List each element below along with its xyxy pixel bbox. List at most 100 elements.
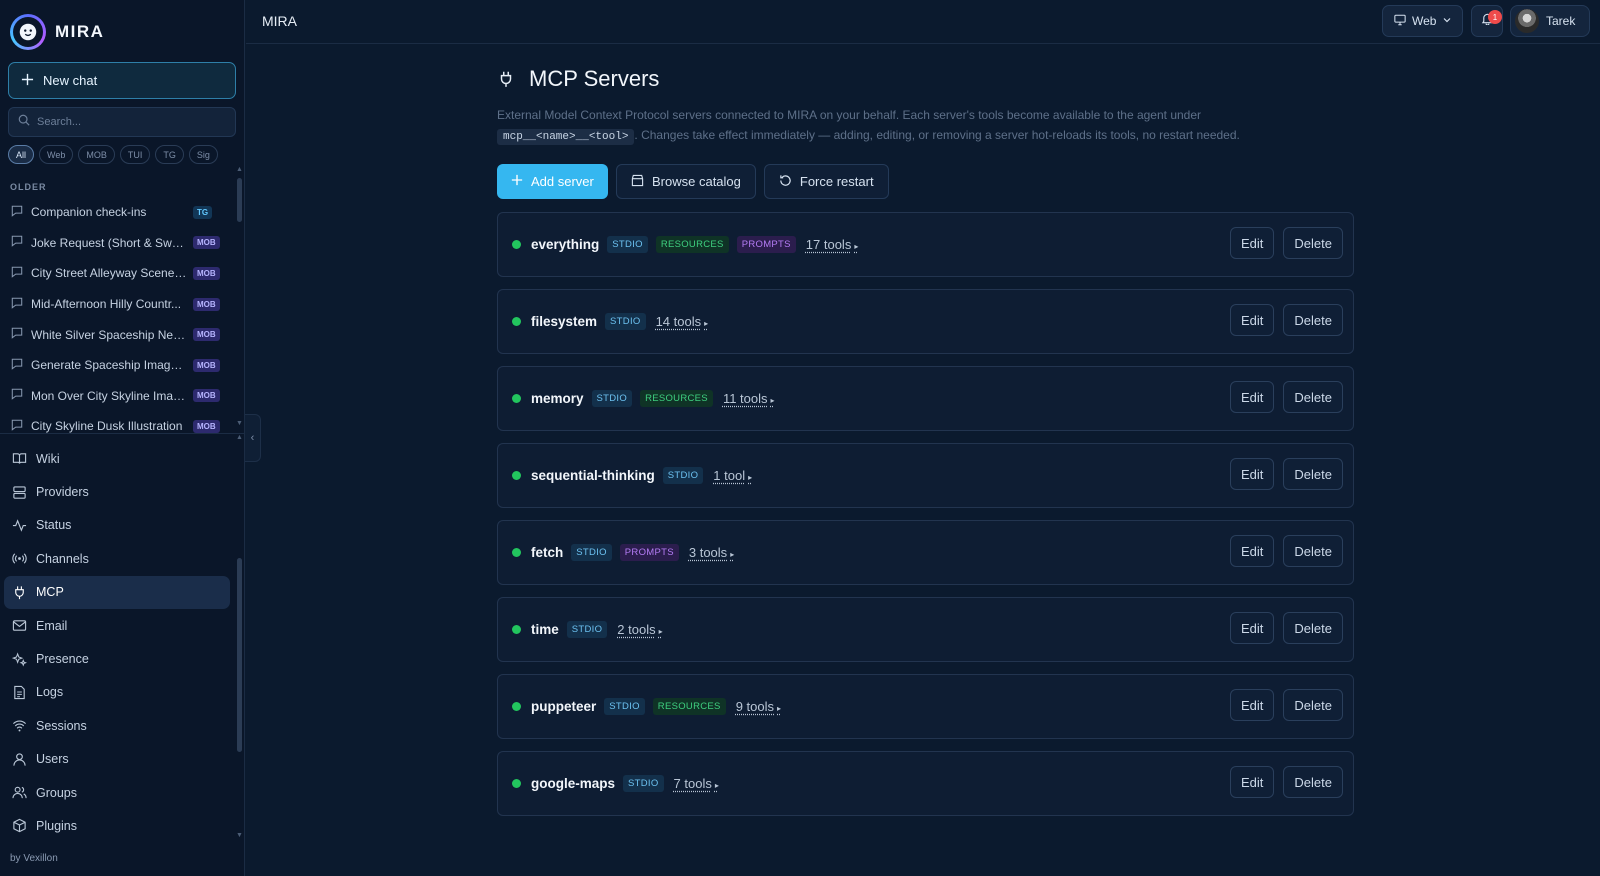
edit-button[interactable]: Edit (1230, 612, 1275, 644)
chat-title: City Street Alleyway Scene (... (31, 266, 189, 281)
store-icon (631, 174, 644, 190)
tools-toggle[interactable]: 11 tools ▸ (723, 391, 775, 406)
page-description: External Model Context Protocol servers … (497, 105, 1297, 147)
delete-button[interactable]: Delete (1283, 381, 1343, 413)
delete-button[interactable]: Delete (1283, 689, 1343, 721)
sidebar-item-presence[interactable]: Presence (4, 642, 230, 675)
scroll-up-arrow[interactable]: ▲ (236, 166, 243, 173)
new-chat-button[interactable]: New chat (8, 62, 236, 99)
scroll-down-arrow[interactable]: ▼ (236, 420, 243, 427)
tools-toggle[interactable]: 2 tools ▸ (617, 622, 662, 637)
chat-item[interactable]: Generate Spaceship Image i... MOB (0, 350, 232, 381)
chat-item[interactable]: Joke Request (Short & Sweet) MOB (0, 228, 232, 259)
sidebar-item-providers[interactable]: Providers (4, 475, 230, 508)
chat-channel-badge: MOB (193, 389, 220, 403)
transport-tag: STDIO (623, 775, 664, 792)
filter-tui[interactable]: TUI (119, 145, 151, 164)
filter-all[interactable]: All (8, 145, 35, 164)
filter-tg[interactable]: TG (155, 145, 184, 164)
delete-button[interactable]: Delete (1283, 766, 1343, 798)
server-name: fetch (531, 545, 564, 560)
caret-right-icon: ▸ (704, 319, 709, 328)
sidebar-item-status[interactable]: Status (4, 509, 230, 542)
channel-select[interactable]: Web (1382, 5, 1463, 37)
chat-title: Companion check-ins (31, 205, 147, 220)
tool-name-pattern: mcp__<name>__<tool> (497, 129, 635, 145)
edit-button[interactable]: Edit (1230, 304, 1275, 336)
collapse-sidebar-button[interactable]: ‹ (245, 414, 261, 462)
edit-button[interactable]: Edit (1230, 458, 1275, 490)
book-icon (12, 453, 27, 464)
search-input[interactable] (37, 116, 227, 128)
server-name: google-maps (531, 776, 616, 791)
chat-title: Mid-Afternoon Hilly Countr... (31, 297, 182, 312)
users-icon (12, 786, 27, 799)
chat-list-scrollbar[interactable] (237, 178, 242, 222)
status-dot (512, 240, 521, 249)
delete-button[interactable]: Delete (1283, 535, 1343, 567)
logo[interactable]: MIRA (10, 14, 104, 50)
page-actions: Add server Browse catalog Force restart (497, 164, 1354, 199)
message-icon (11, 419, 23, 434)
delete-button[interactable]: Delete (1283, 227, 1343, 259)
transport-tag: STDIO (571, 544, 612, 561)
filter-mob[interactable]: MOB (78, 145, 115, 164)
sidebar-item-groups[interactable]: Groups (4, 776, 230, 809)
transport-tag: STDIO (566, 621, 608, 638)
caret-right-icon: ▸ (777, 704, 782, 713)
chat-channel-badge: MOB (193, 328, 220, 342)
caret-right-icon: ▸ (658, 627, 663, 636)
tools-count: 17 tools (805, 237, 852, 252)
transport-tag: STDIO (607, 236, 648, 253)
sidebar-item-users[interactable]: Users (4, 743, 230, 776)
user-menu-button[interactable]: Tarek (1510, 5, 1590, 37)
scroll-down-arrow[interactable]: ▼ (236, 832, 243, 839)
chat-item[interactable]: Mid-Afternoon Hilly Countr... MOB (0, 289, 232, 320)
chat-item[interactable]: City Street Alleyway Scene (... MOB (0, 258, 232, 289)
chat-item[interactable]: White Silver Spaceship Near... MOB (0, 319, 232, 350)
edit-button[interactable]: Edit (1230, 766, 1275, 798)
force-restart-button[interactable]: Force restart (763, 164, 889, 199)
transport-tag: STDIO (662, 467, 704, 484)
description-text: . Changes take effect immediately — addi… (634, 128, 1240, 142)
sidebar-item-logs[interactable]: Logs (4, 676, 230, 709)
delete-button[interactable]: Delete (1283, 304, 1343, 336)
chat-item[interactable]: City Skyline Dusk Illustration MOB (0, 411, 232, 442)
sidebar-item-mcp[interactable]: MCP (4, 575, 230, 609)
notifications-button[interactable]: 1 (1471, 5, 1503, 37)
tools-toggle[interactable]: 14 tools ▸ (656, 314, 709, 329)
description-text: External Model Context Protocol servers … (497, 108, 1202, 122)
sidebar-item-plugins[interactable]: Plugins (4, 809, 230, 842)
delete-button[interactable]: Delete (1283, 612, 1343, 644)
edit-button[interactable]: Edit (1230, 535, 1275, 567)
browse-catalog-button[interactable]: Browse catalog (616, 164, 756, 199)
tools-toggle[interactable]: 17 tools ▸ (806, 237, 859, 252)
activity-icon (12, 519, 27, 532)
tools-toggle[interactable]: 7 tools ▸ (674, 776, 719, 791)
edit-button[interactable]: Edit (1230, 381, 1275, 413)
server-card-everything: everything STDIO RESOURCES PROMPTS 17 to… (497, 212, 1354, 277)
sidebar-item-email[interactable]: Email (4, 609, 230, 642)
sidebar-item-sessions[interactable]: Sessions (4, 709, 230, 742)
chat-item[interactable]: Companion check-ins TG (0, 197, 232, 228)
tools-toggle[interactable]: 1 tool ▸ (713, 468, 752, 483)
caret-right-icon: ▸ (714, 781, 719, 790)
tools-toggle[interactable]: 9 tools ▸ (736, 699, 781, 714)
sidebar-item-label: Presence (36, 652, 89, 667)
edit-button[interactable]: Edit (1230, 689, 1275, 721)
filter-web[interactable]: Web (39, 145, 74, 164)
filter-sig[interactable]: Sig (188, 145, 218, 164)
nav-scrollbar[interactable] (237, 558, 242, 752)
page-title: MCP Servers (529, 66, 660, 91)
chat-item[interactable]: Mon Over City Skyline Imag... MOB (0, 381, 232, 412)
delete-button[interactable]: Delete (1283, 458, 1343, 490)
sidebar-item-channels[interactable]: Channels (4, 542, 230, 575)
scroll-up-arrow[interactable]: ▲ (236, 434, 243, 441)
package-icon (13, 819, 26, 833)
tools-toggle[interactable]: 3 tools ▸ (689, 545, 734, 560)
sidebar-item-label: MCP (36, 585, 64, 600)
edit-button[interactable]: Edit (1230, 227, 1275, 259)
add-server-button[interactable]: Add server (497, 164, 608, 199)
user-icon (13, 753, 26, 766)
sidebar-item-wiki[interactable]: Wiki (4, 442, 230, 475)
